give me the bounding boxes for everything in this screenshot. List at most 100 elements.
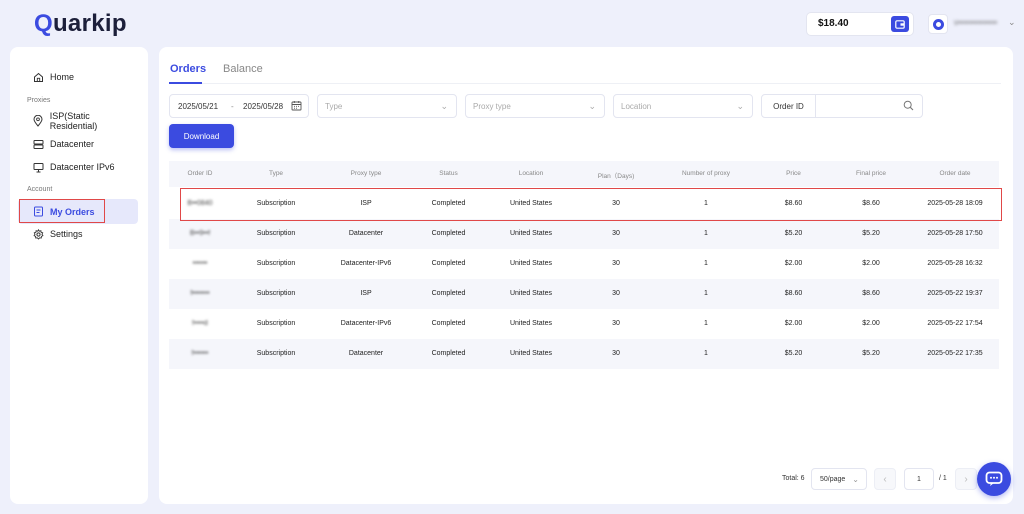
sidebar-item-home[interactable]: Home <box>18 66 138 88</box>
chevron-down-icon: ⌄ <box>1008 17 1016 27</box>
cell-plan-days: 30 <box>612 260 620 267</box>
tab-balance[interactable]: Balance <box>223 63 263 75</box>
col-status: Status <box>439 170 458 177</box>
cell-price: $2.00 <box>784 260 803 267</box>
cell-price: $5.20 <box>784 350 803 357</box>
date-start: 2025/05/21 <box>178 102 219 111</box>
cell-order-date: 2025-05-28 16:32 <box>927 260 983 267</box>
cell-number-of-proxy: 1 <box>704 230 708 237</box>
logo[interactable]: Quarkip <box>34 10 127 38</box>
sidebar-item-label: ISP(Static Residential) <box>49 111 98 131</box>
wallet-button[interactable] <box>891 16 909 32</box>
col-location: Location <box>518 170 544 177</box>
balance-widget: $18.40 <box>806 12 914 36</box>
cell-order-id: f••••••• <box>190 290 210 297</box>
chevron-down-icon: ⌄ <box>588 101 596 111</box>
col-type: Type <box>268 170 284 177</box>
cell-order-date: 2025-05-22 17:54 <box>927 320 983 327</box>
download-button[interactable]: Download <box>169 124 234 148</box>
cell-proxy-type: ISP <box>360 290 372 297</box>
cell-type: Subscription <box>256 290 296 297</box>
sidebar-item-label: Home <box>50 72 75 82</box>
chat-icon <box>985 471 1003 486</box>
cell-final-price: $2.00 <box>862 320 880 327</box>
cell-plan-days: 30 <box>612 320 620 327</box>
table-row[interactable]: f•••••• Subscription Datacenter Completed Un… <box>169 339 999 369</box>
date-end: 2025/05/28 <box>243 102 284 111</box>
prev-page-button[interactable]: ‹ <box>874 468 896 490</box>
avatar <box>928 14 948 34</box>
proxy-type-select[interactable]: Proxy type ⌄ <box>465 94 605 118</box>
top-bar: Quarkip $18.40 v•••••••••••••• ⌄ <box>0 0 1024 46</box>
location-pin-icon <box>32 115 44 127</box>
cell-final-price: $5.20 <box>862 230 880 237</box>
col-final-price: Final price <box>856 170 886 177</box>
sidebar-item-label: Datacenter <box>50 139 95 149</box>
cell-number-of-proxy: 1 <box>704 320 708 327</box>
sidebar-item-datacenter[interactable]: Datacenter <box>18 133 138 155</box>
type-select[interactable]: Type ⌄ <box>317 94 457 118</box>
cell-proxy-type: Datacenter <box>348 230 384 237</box>
col-proxy-type: Proxy type <box>350 170 382 177</box>
cell-proxy-type: Datacenter <box>348 350 384 357</box>
gear-icon <box>32 228 44 240</box>
chevron-down-icon: ⌄ <box>852 475 859 484</box>
table-row[interactable]: f••••d Subscription Datacenter-IPv6 Complet… <box>169 309 999 339</box>
pagination-total: Total: 6 <box>782 475 805 482</box>
cell-price: $8.60 <box>784 290 803 297</box>
cell-type: Subscription <box>256 230 296 237</box>
table-row[interactable]: f••••••• Subscription ISP Completed United S… <box>169 279 999 309</box>
page-size-select[interactable]: 50/page ⌄ <box>811 468 867 490</box>
cell-location: United States <box>509 260 553 267</box>
location-select[interactable]: Location ⌄ <box>613 94 753 118</box>
user-menu[interactable]: v•••••••••••••• ⌄ <box>924 12 1020 36</box>
cell-status: Completed <box>431 230 466 237</box>
sidebar-item-settings[interactable]: Settings <box>18 223 138 245</box>
cell-proxy-type: Datacenter-IPv6 <box>340 260 392 267</box>
proxy-type-placeholder: Proxy type <box>473 102 511 111</box>
cell-final-price: $8.60 <box>862 290 880 297</box>
cell-status: Completed <box>431 350 466 357</box>
date-range-picker[interactable]: 2025/05/21 - 2025/05/28 <box>169 94 309 118</box>
cell-location: United States <box>509 230 553 237</box>
tab-orders[interactable]: Orders <box>170 63 206 75</box>
col-number-of-proxy: Number of proxy <box>681 170 731 177</box>
cell-price: $2.00 <box>784 320 803 327</box>
col-plan-days: Plan（Days) <box>597 173 635 180</box>
cell-order-date: 2025-05-28 17:50 <box>927 230 983 237</box>
home-icon <box>32 71 44 83</box>
table-row[interactable]: B••9••f Subscription Datacenter Completed Un… <box>169 219 999 249</box>
server-icon <box>32 138 44 150</box>
tab-divider <box>169 83 1001 84</box>
wallet-icon <box>895 19 905 29</box>
table-header: Order ID Type Proxy type Status Location… <box>169 161 999 187</box>
chevron-down-icon: ⌄ <box>736 101 744 111</box>
chevron-down-icon: ⌄ <box>440 101 448 111</box>
section-account: Account <box>27 186 53 193</box>
cell-location: United States <box>509 320 553 327</box>
cell-status: Completed <box>431 290 466 297</box>
page-number-input[interactable]: 1 <box>904 468 934 490</box>
col-order-id: Order ID <box>187 170 213 177</box>
search-icon[interactable] <box>903 100 914 113</box>
chat-support-button[interactable] <box>977 462 1011 496</box>
cell-order-id: f••••d <box>192 320 208 327</box>
sidebar-item-isp[interactable]: ISP(Static Residential) <box>18 110 138 132</box>
cell-order-id: f•••••• <box>191 350 209 357</box>
cell-plan-days: 30 <box>612 290 620 297</box>
next-page-button[interactable]: › <box>955 468 977 490</box>
cell-location: United States <box>509 350 553 357</box>
highlight-first-row <box>180 188 1002 221</box>
cell-price: $5.20 <box>784 230 803 237</box>
order-id-search[interactable]: Order ID <box>761 94 923 118</box>
cell-order-date: 2025-05-22 17:35 <box>927 350 983 357</box>
chevron-left-icon: ‹ <box>883 473 887 485</box>
order-id-label: Order ID <box>762 95 816 117</box>
sidebar-item-datacenter-ipv6[interactable]: Datacenter IPv6 <box>18 156 138 178</box>
table-row[interactable]: •••••• Subscription Datacenter-IPv6 Complet… <box>169 249 999 279</box>
cell-proxy-type: Datacenter-IPv6 <box>340 320 392 327</box>
cell-location: United States <box>509 290 553 297</box>
sidebar-item-label: Datacenter IPv6 <box>50 162 115 172</box>
cell-status: Completed <box>431 320 466 327</box>
cell-type: Subscription <box>256 260 296 267</box>
